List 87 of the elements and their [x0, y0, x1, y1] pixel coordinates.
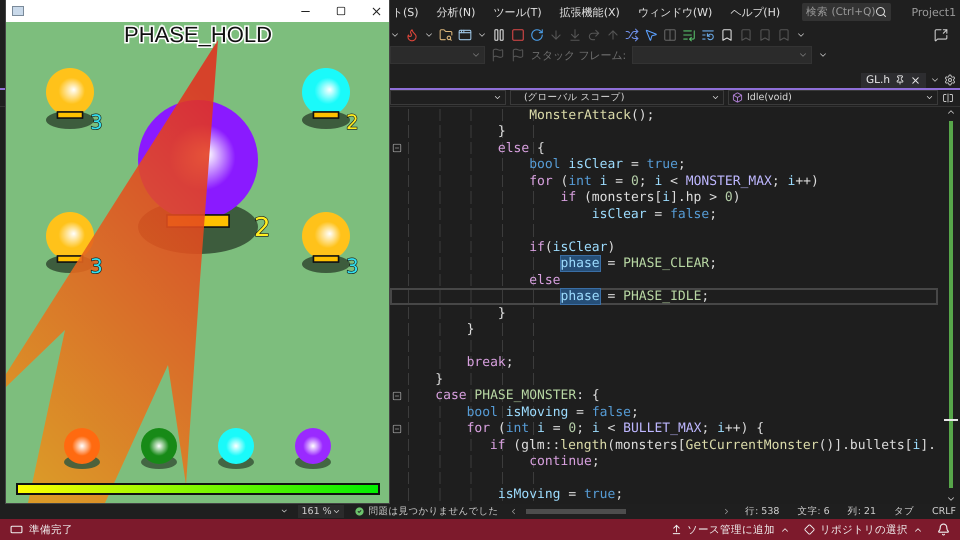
code-line: if (monsters[i].hp > 0): [560, 190, 741, 206]
fold-icon[interactable]: [392, 424, 402, 434]
party-ball: [295, 428, 331, 469]
app-icon: [12, 6, 24, 16]
document-tab[interactable]: GL.h: [861, 72, 926, 88]
cube-icon: [732, 92, 743, 104]
maximize-icon[interactable]: [336, 6, 346, 16]
column-number: 列: 21: [846, 504, 877, 518]
close-icon[interactable]: [910, 74, 921, 86]
monster-hp-bar: [56, 111, 84, 119]
search-icon: [875, 6, 888, 18]
pin-icon[interactable]: [895, 75, 905, 86]
member-dropdown[interactable]: Idle(void): [728, 90, 938, 106]
code-line: break;: [466, 355, 514, 370]
window-icon: [10, 523, 23, 536]
code-line: if (glm::length(monsters[GetCurrentMonster()].bullets[i].: [490, 438, 936, 453]
list-restart-icon[interactable]: [701, 28, 715, 42]
monster-count: 2: [346, 110, 359, 134]
code-line: phase = PHASE_CLEAR;: [560, 256, 718, 272]
code-line: if(isClear): [529, 240, 616, 255]
repository-button[interactable]: リポジトリの選択: [804, 522, 923, 537]
project-name: Project1: [911, 6, 956, 19]
code-line: else {: [498, 140, 545, 156]
menu-item[interactable]: ツール(T): [493, 4, 542, 20]
char-number: 文字: 6: [796, 504, 831, 518]
menu-item[interactable]: 分析(N): [436, 4, 476, 20]
monster-hp-bar: [312, 111, 340, 119]
menu-item[interactable]: 拡張機能(X): [560, 4, 620, 20]
party-ball: [64, 428, 100, 469]
columns-icon[interactable]: [663, 28, 677, 42]
dropdown-field[interactable]: [390, 46, 485, 64]
zoom-dropdown[interactable]: 161 %: [298, 504, 344, 518]
line-number: 行: 538: [744, 504, 780, 518]
list-end-icon[interactable]: [682, 28, 696, 42]
menu-item[interactable]: ウィンドウ(W): [638, 4, 712, 20]
code-line: else: [529, 272, 560, 288]
code-line: isClear = false;: [592, 206, 718, 222]
monster-count: 3: [90, 110, 103, 134]
phase-label: PHASE_HOLD: [124, 22, 272, 47]
fold-icon[interactable]: [392, 390, 402, 401]
code-line: case PHASE_MONSTER: {: [435, 388, 600, 404]
pause-icon[interactable]: [492, 28, 506, 42]
code-line: bool isClear = true;: [529, 157, 686, 172]
code-line: }: [435, 372, 444, 387]
settings-icon[interactable]: [944, 74, 956, 86]
split-icon[interactable]: [942, 92, 954, 104]
status-message: 準備完了: [29, 522, 73, 537]
fold-icon[interactable]: [392, 143, 402, 154]
code-line: }: [498, 124, 506, 140]
scope-dropdown[interactable]: (グローバル スコープ): [510, 90, 724, 106]
code-line: phase = PHASE_IDLE;: [560, 289, 710, 304]
feedback-icon[interactable]: [934, 28, 948, 42]
search-field[interactable]: 検索 (Ctrl+Q): [802, 3, 892, 22]
stack-frame-label: スタック フレーム:: [531, 48, 626, 63]
menu-item[interactable]: ヘルプ(H): [730, 4, 780, 20]
code-line: continue;: [529, 454, 600, 470]
diamond-icon: [804, 524, 815, 536]
menu-item[interactable]: ト(S): [392, 4, 419, 20]
window-icon[interactable]: [458, 28, 472, 42]
code-line: for (int i = 0; i < BULLET_MAX; i++) {: [466, 421, 764, 436]
close-icon[interactable]: [370, 4, 383, 18]
party-ball: [141, 428, 177, 469]
stop-icon[interactable]: [511, 28, 525, 42]
monster-count: 3: [90, 254, 103, 278]
monster-count: 2: [254, 213, 271, 243]
code-line: bool isMoving = false;: [466, 404, 639, 420]
source-control-button[interactable]: ソース管理に追加: [671, 522, 790, 537]
folder-search-icon[interactable]: [439, 28, 453, 42]
upload-icon: [671, 524, 682, 536]
code-line: }: [466, 322, 474, 338]
pointer-icon[interactable]: [644, 28, 658, 42]
line-ending[interactable]: CRLF: [928, 506, 960, 517]
monster-hp-bar: [312, 255, 340, 263]
monster-count: 3: [346, 254, 359, 278]
issues-text[interactable]: 問題は見つかりませんでした: [368, 504, 499, 518]
code-line: MonsterAttack();: [529, 108, 654, 123]
monster-hp-bar: [56, 255, 84, 263]
party-ball: [218, 428, 254, 469]
code-line: }: [498, 306, 506, 321]
shuffle-icon[interactable]: [625, 28, 639, 42]
indent-mode[interactable]: タブ: [890, 504, 918, 518]
bookmark-icon[interactable]: [720, 28, 734, 42]
restart-icon[interactable]: [530, 28, 544, 42]
code-line: isMoving = true;: [498, 487, 624, 502]
flame-icon[interactable]: [405, 28, 419, 42]
code-line: for (int i = 0; i < MONSTER_MAX; i++): [529, 174, 819, 189]
bell-icon[interactable]: [937, 523, 950, 536]
